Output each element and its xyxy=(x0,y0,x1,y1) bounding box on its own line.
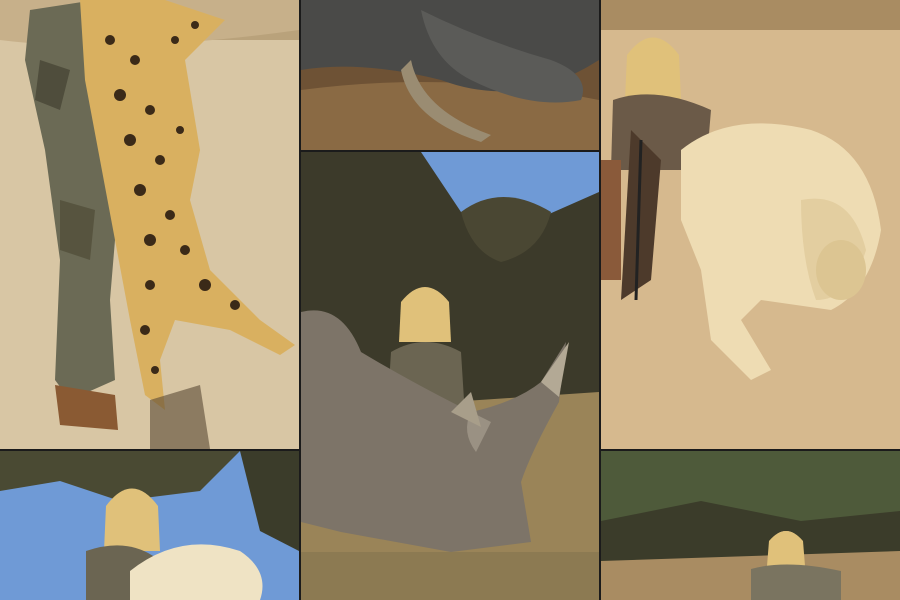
photo-leopard xyxy=(0,0,299,449)
photo-lion xyxy=(601,0,900,449)
photo-hunter-bush xyxy=(601,451,900,600)
photo-white-lion xyxy=(0,451,299,600)
photo-elephant xyxy=(301,0,599,150)
photo-collage xyxy=(0,0,900,600)
photo-rhino xyxy=(301,152,599,600)
